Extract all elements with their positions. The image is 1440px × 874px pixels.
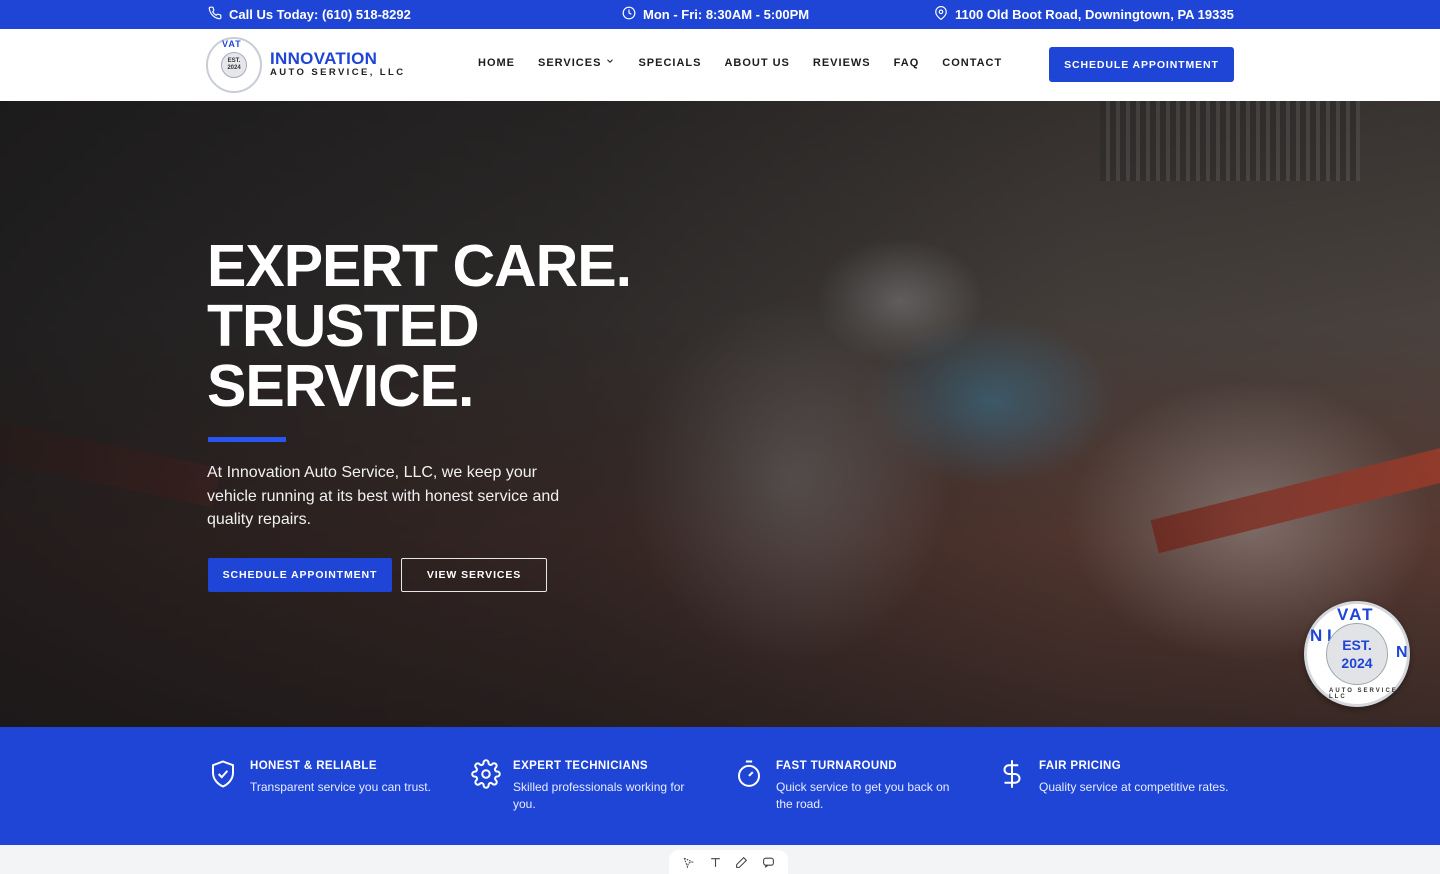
- nav-faq-label: FAQ: [893, 56, 920, 69]
- badge-year: 2024: [1341, 655, 1373, 671]
- feature-text: Quick service to get you back on the roa…: [776, 780, 950, 811]
- nav-contact[interactable]: CONTACT: [942, 57, 1002, 69]
- nav-faq[interactable]: FAQ: [894, 57, 920, 69]
- bottom-area: [0, 845, 1440, 874]
- hero-title: EXPERT CARE. TRUSTED SERVICE.: [207, 233, 632, 419]
- hero-title-line-2: TRUSTED: [207, 293, 480, 359]
- nav-reviews-label: REVIEWS: [812, 56, 871, 69]
- nav-about-us-label: ABOUT US: [724, 56, 790, 69]
- badge-arc-top: VAT: [1337, 605, 1375, 624]
- hero-schedule-button[interactable]: SCHEDULE APPOINTMENT: [208, 558, 392, 592]
- badge-arc-right: N: [1396, 644, 1408, 661]
- nav-home[interactable]: HOME: [478, 57, 515, 69]
- hero-title-line-3: SERVICE.: [207, 353, 474, 419]
- hours-info: Mon - Fri: 8:30AM - 5:00PM: [622, 0, 809, 29]
- brand-subtitle: AUTO SERVICE, LLC: [270, 67, 406, 78]
- nav-specials-label: SPECIALS: [638, 56, 702, 69]
- text-icon[interactable]: [707, 854, 723, 870]
- view-services-button[interactable]: VIEW SERVICES: [401, 558, 547, 592]
- nav-services-label: SERVICES: [538, 56, 602, 69]
- stopwatch-icon: [734, 759, 764, 789]
- site-header: VAT EST. 2024 INNOVATION AUTO SERVICE, L…: [0, 29, 1440, 101]
- address-text: 1100 Old Boot Road, Downingtown, PA 1933…: [955, 7, 1234, 22]
- top-bar: Call Us Today: (610) 518-8292 Mon - Fri:…: [0, 0, 1440, 29]
- feature-title: FAST TURNAROUND: [776, 760, 897, 772]
- logo-year: 2024: [227, 65, 241, 71]
- feature-title: EXPERT TECHNICIANS: [513, 760, 648, 772]
- dollar-icon: [997, 759, 1027, 789]
- address-info[interactable]: 1100 Old Boot Road, Downingtown, PA 1933…: [934, 0, 1234, 29]
- hero-title-line-1: EXPERT CARE.: [207, 233, 632, 299]
- badge-center: EST. 2024: [1326, 623, 1388, 685]
- hero-description: At Innovation Auto Service, LLC, we keep…: [207, 464, 560, 528]
- comment-icon[interactable]: [761, 854, 777, 870]
- logo[interactable]: VAT EST. 2024: [206, 37, 262, 93]
- editor-toolbar: [669, 850, 788, 874]
- hero-section: EXPERT CARE. TRUSTED SERVICE. At Innovat…: [0, 101, 1440, 727]
- phone-info[interactable]: Call Us Today: (610) 518-8292: [208, 0, 411, 29]
- nav-about-us[interactable]: ABOUT US: [724, 57, 789, 69]
- feature-text: Quality service at competitive rates.: [1039, 780, 1229, 794]
- feature-title: HONEST & RELIABLE: [250, 760, 377, 772]
- nav-specials[interactable]: SPECIALS: [638, 57, 701, 69]
- nav-home-label: HOME: [478, 56, 515, 69]
- map-pin-icon: [934, 6, 948, 23]
- badge-est: EST.: [1342, 637, 1372, 653]
- hero-accent-rule: [208, 437, 286, 442]
- nav-contact-label: CONTACT: [942, 56, 1003, 69]
- nav-reviews[interactable]: REVIEWS: [813, 57, 871, 69]
- feature-text: Skilled professionals working for you.: [513, 780, 685, 811]
- feature-title: FAIR PRICING: [1039, 760, 1122, 772]
- phone-icon: [208, 6, 222, 23]
- nav-services[interactable]: SERVICES: [538, 56, 615, 69]
- chevron-down-icon: [605, 56, 615, 69]
- phone-text: Call Us Today: (610) 518-8292: [229, 7, 411, 22]
- est-badge: VAT N I N EST. 2024 AUTO SERVICE, LLC: [1304, 601, 1410, 707]
- gear-icon: [471, 759, 501, 789]
- shield-check-icon: [208, 759, 238, 789]
- pen-icon[interactable]: [734, 854, 750, 870]
- main-nav: HOME SERVICES SPECIALS ABOUT US REVIEWS …: [478, 29, 1025, 96]
- badge-arc-bottom: AUTO SERVICE, LLC: [1329, 688, 1402, 700]
- clock-icon: [622, 6, 636, 23]
- features-strip: HONEST & RELIABLE Transparent service yo…: [0, 727, 1440, 845]
- select-icon[interactable]: [680, 854, 696, 870]
- brand-name[interactable]: INNOVATION: [270, 49, 377, 69]
- hours-text: Mon - Fri: 8:30AM - 5:00PM: [643, 7, 810, 22]
- header-schedule-button[interactable]: SCHEDULE APPOINTMENT: [1049, 47, 1234, 82]
- logo-center: EST. 2024: [221, 52, 247, 78]
- logo-arc-text: VAT: [222, 39, 242, 49]
- logo-est: EST.: [227, 57, 241, 64]
- feature-text: Transparent service you can trust.: [250, 780, 431, 794]
